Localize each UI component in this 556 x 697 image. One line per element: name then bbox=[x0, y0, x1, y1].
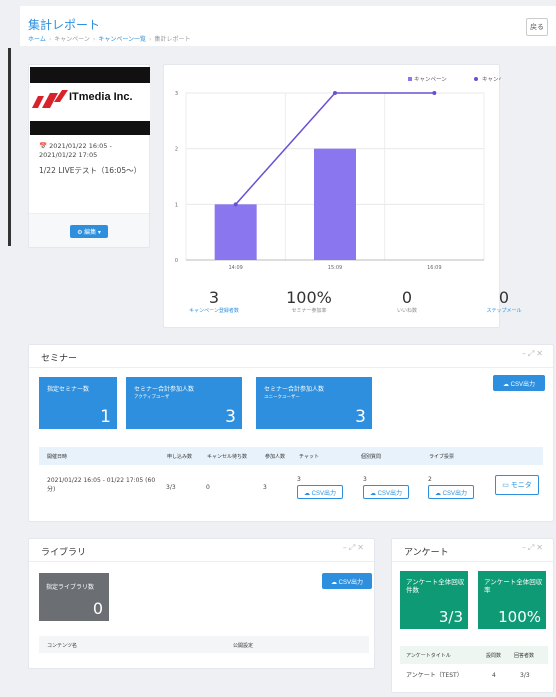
stat-value: 100% bbox=[286, 288, 332, 307]
edit-dropdown-button[interactable]: ⚙ 編集 ▾ bbox=[70, 225, 108, 238]
y-tick-label: 3 bbox=[175, 91, 178, 97]
logo-text: ITmedia Inc. bbox=[69, 91, 133, 103]
close-icon[interactable]: ✕ bbox=[536, 349, 545, 358]
card-footer: ⚙ 編集 ▾ bbox=[29, 213, 149, 247]
library-table-header: コンテンツ名 公開設定 bbox=[39, 636, 369, 653]
stat-value: 0 bbox=[401, 288, 413, 307]
stat-value: 3 bbox=[208, 288, 220, 307]
x-tick-label: 14:09 bbox=[228, 265, 242, 271]
breadcrumb-campaign[interactable]: キャンペーン bbox=[54, 36, 90, 43]
panel-controls: –⤢✕ bbox=[522, 543, 545, 553]
legend-label: キャンペーン登録 bbox=[482, 75, 501, 83]
line-point bbox=[233, 202, 238, 207]
campaign-chart-panel: 0 1 2 3 14:09 15:09 16:09 キャンペーン キャンペーン登録 3 キャンペ… bbox=[163, 64, 522, 328]
section-title: ライブラリ bbox=[41, 548, 87, 558]
kpi-seminar-count: 指定セミナー数 1 bbox=[39, 377, 117, 429]
stat-value: 0 bbox=[498, 288, 510, 307]
monitor-icon: ▭ bbox=[502, 482, 509, 489]
calendar-icon: 📅 bbox=[39, 142, 48, 150]
section-title: セミナー bbox=[41, 354, 78, 364]
library-csv-button[interactable]: ☁ CSV出力 bbox=[322, 573, 372, 589]
section-title: アンケート bbox=[404, 548, 449, 558]
chat-csv-button[interactable]: ☁ CSV出力 bbox=[297, 485, 343, 499]
campaign-logo: ITmedia Inc. bbox=[30, 67, 150, 135]
kpi-survey-rate: アンケート全体回収率 100% bbox=[478, 571, 546, 629]
survey-table-header: アンケートタイトル 設問数 回答者数 bbox=[400, 646, 548, 664]
bar bbox=[214, 204, 257, 260]
y-tick-label: 2 bbox=[175, 147, 178, 153]
cloud-download-icon: ☁ bbox=[330, 579, 337, 586]
campaign-date: 📅 2021/01/22 16:05 - 2021/01/22 17:05 bbox=[39, 142, 112, 159]
stat-label: セミナー参加率 bbox=[291, 308, 327, 314]
page-title: 集計レポート bbox=[28, 18, 101, 32]
panel-controls: –⤢✕ bbox=[522, 349, 545, 359]
line-point bbox=[432, 91, 437, 95]
breadcrumb: ホーム › キャンペーン › キャンペーン一覧 › 集計レポート bbox=[28, 36, 191, 43]
stat-seminar-rate: 100% セミナー参加率 bbox=[279, 288, 339, 315]
stat-label[interactable]: ステップメール bbox=[474, 307, 534, 314]
breadcrumb-current: 集計レポート bbox=[154, 36, 191, 43]
vote-csv-button[interactable]: ☁ CSV出力 bbox=[428, 485, 474, 499]
line-point bbox=[333, 91, 337, 95]
itmedia-logo-icon bbox=[32, 90, 68, 108]
stat-label[interactable]: キャンペーン登録者数 bbox=[184, 307, 244, 314]
y-tick-label: 0 bbox=[175, 258, 178, 264]
cloud-download-icon: ☁ bbox=[502, 381, 509, 388]
bar bbox=[314, 148, 356, 260]
side-accent-bar bbox=[8, 48, 11, 246]
gear-icon: ⚙ bbox=[77, 230, 83, 236]
monitor-button[interactable]: ▭ モニタ bbox=[495, 475, 539, 495]
close-icon[interactable]: ✕ bbox=[357, 543, 366, 552]
stat-registrations: 3 キャンペーン登録者数 bbox=[184, 288, 244, 315]
cloud-download-icon: ☁ bbox=[434, 490, 441, 497]
seminar-csv-button[interactable]: ☁ CSV出力 bbox=[493, 375, 545, 391]
legend-swatch-line bbox=[474, 77, 478, 81]
stat-label: いいね数 bbox=[396, 308, 417, 314]
seminar-section: セミナー –⤢✕ 指定セミナー数 1 セミナー合計参加人数 アクティブユーザ 3… bbox=[28, 344, 554, 522]
breadcrumb-campaign-list[interactable]: キャンペーン一覧 bbox=[98, 36, 146, 43]
question-csv-button[interactable]: ☁ CSV出力 bbox=[363, 485, 409, 499]
cloud-download-icon: ☁ bbox=[369, 490, 376, 497]
campaign-name: 1/22 LIVEテスト（16:05〜） bbox=[39, 166, 142, 175]
kpi-unique-participants: セミナー合計参加人数 ユニークユーザー 3 bbox=[256, 377, 372, 429]
breadcrumb-home[interactable]: ホーム bbox=[28, 36, 46, 43]
kpi-library-count: 指定ライブラリ数 0 bbox=[39, 573, 109, 621]
cloud-download-icon: ☁ bbox=[303, 490, 310, 497]
page-header: 集計レポート ホーム › キャンペーン › キャンペーン一覧 › 集計レポート 戻る bbox=[20, 6, 556, 46]
panel-controls: –⤢✕ bbox=[343, 543, 366, 553]
back-button[interactable]: 戻る bbox=[526, 18, 548, 36]
kpi-active-participants: セミナー合計参加人数 アクティブユーザ 3 bbox=[126, 377, 242, 429]
legend-swatch-bar bbox=[408, 77, 412, 81]
y-tick-label: 1 bbox=[175, 202, 178, 208]
kpi-survey-count: アンケート全体回収件数 3/3 bbox=[400, 571, 468, 629]
legend-label: キャンペーン bbox=[414, 76, 447, 83]
caret-down-icon: ▾ bbox=[97, 230, 101, 236]
library-section: ライブラリ –⤢✕ 指定ライブラリ数 0 ☁ CSV出力 コンテンツ名 公開設定 bbox=[28, 538, 375, 669]
x-tick-label: 16:09 bbox=[427, 265, 441, 271]
stat-step-mail: 0 ステップメール bbox=[474, 288, 534, 315]
seminar-table-header: 開催日時 申し込み数 キャンセル待ち数 参加人数 チャット 個別質問 ライブ投票 bbox=[39, 447, 543, 465]
stat-likes: 0 いいね数 bbox=[377, 288, 437, 315]
survey-section: アンケート –⤢✕ アンケート全体回収件数 3/3 アンケート全体回収率 100… bbox=[391, 538, 554, 693]
campaign-card: ITmedia Inc. 📅 2021/01/22 16:05 - 2021/0… bbox=[28, 64, 150, 248]
close-icon[interactable]: ✕ bbox=[536, 543, 545, 552]
x-tick-label: 15:09 bbox=[328, 265, 342, 271]
